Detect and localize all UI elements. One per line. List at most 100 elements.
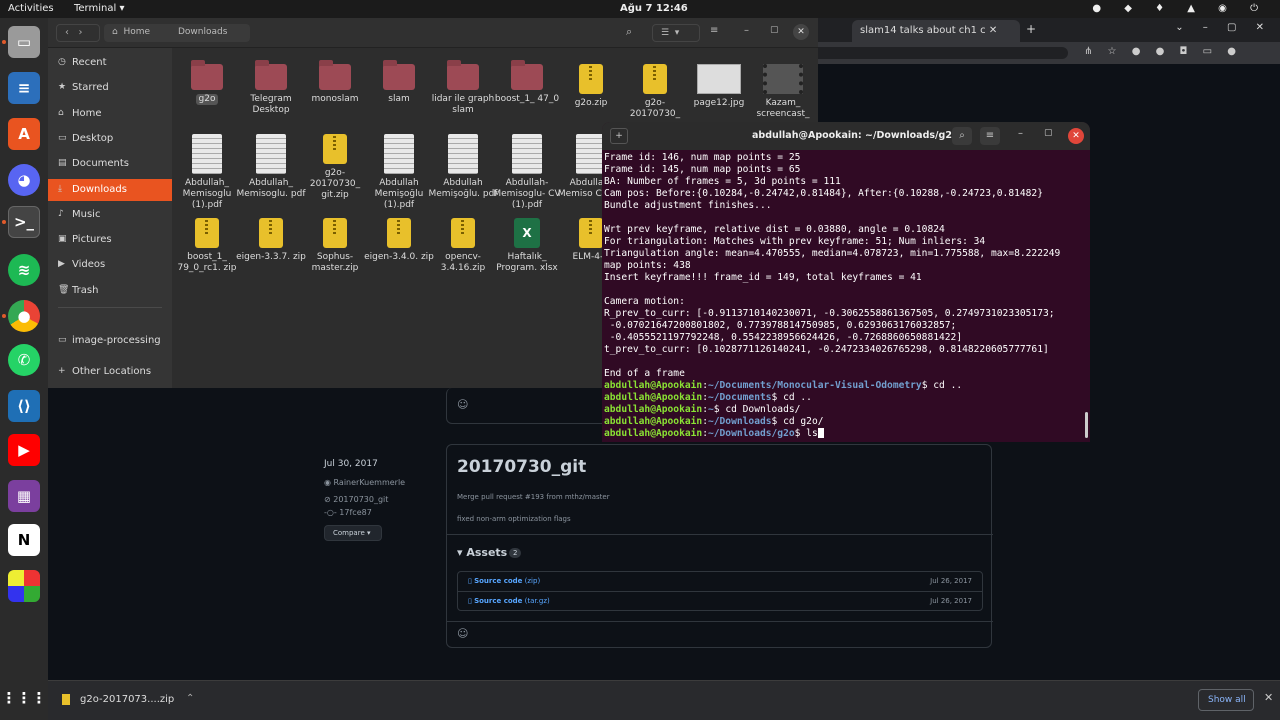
new-tab-icon[interactable]: + [1026, 22, 1036, 36]
asset-link[interactable]: ▯ Source code (zip) [468, 577, 540, 585]
search-icon[interactable]: ⌕ [952, 127, 972, 145]
back-forward-buttons[interactable]: ‹ › [56, 24, 100, 42]
file-item-image[interactable]: page12.jpg [684, 64, 754, 109]
sidebar-item-icon: 🗑 [58, 284, 70, 295]
file-item-video[interactable]: Kazam_ screencast_ [748, 64, 818, 120]
files-app-icon[interactable]: ▭ [8, 26, 40, 58]
emoji-reaction-icon[interactable]: ☺ [457, 627, 468, 640]
pdf-icon [384, 134, 414, 174]
close-icon[interactable]: ✕ [1264, 691, 1273, 704]
file-item-zip[interactable]: boost_1_ 79_0_rc1. zip [172, 218, 242, 274]
release-author[interactable]: ◉ RainerKuemmerle [324, 478, 405, 487]
file-name: g2o.zip [574, 98, 608, 108]
file-item-zip[interactable]: g2o- 20170730_ [620, 64, 690, 120]
spotify-icon[interactable]: ≋ [8, 254, 40, 286]
chevron-up-icon[interactable]: ⌃ [186, 693, 194, 704]
menu-icon[interactable]: ≡ [710, 25, 718, 36]
app-menu[interactable]: Terminal ▾ [74, 3, 124, 14]
youtube-icon[interactable]: ▶ [8, 434, 40, 466]
sidebar-item-image-processing[interactable]: ▭ image-processing [48, 330, 172, 352]
whatsapp-icon[interactable]: ✆ [8, 344, 40, 376]
sidebar-item-videos[interactable]: ▶ Videos [48, 254, 172, 276]
asset-link[interactable]: ▯ Source code (tar.gz) [468, 597, 550, 605]
file-item-pdf[interactable]: Abdullah- Memisoglu- CV (1).pdf [492, 134, 562, 211]
sidebar-item-starred[interactable]: ★ Starred [48, 77, 172, 99]
release-title[interactable]: 20170730_git [457, 457, 586, 477]
toolbar-icons[interactable]: ⋔ ☆ ● ● ◘ ▭ ● [1084, 46, 1242, 57]
breadcrumb-home[interactable]: ⌂ Home [104, 24, 166, 42]
download-item[interactable]: g2o-2017073....zip [80, 694, 174, 705]
file-item-folder[interactable]: g2o [172, 60, 242, 105]
compare-button[interactable]: Compare ▾ [324, 525, 382, 541]
search-icon[interactable]: ⌕ [626, 25, 632, 39]
activities-button[interactable]: Activities [8, 3, 54, 14]
terminal-scrollbar[interactable] [1085, 412, 1088, 438]
file-item-zip[interactable]: g2o- 20170730_ git.zip [300, 134, 370, 201]
software-center-icon[interactable]: A [8, 118, 40, 150]
window-controls[interactable]: ⌄ – ▢ ✕ [1175, 22, 1272, 33]
terminal-icon[interactable]: >_ [8, 206, 40, 238]
discord-icon[interactable]: ◕ [8, 164, 40, 196]
assets-toggle[interactable]: ▾ Assets [457, 546, 507, 559]
text-editor-icon[interactable]: ≡ [8, 72, 40, 104]
app-grid-colorful-icon[interactable] [8, 570, 40, 602]
release-commit[interactable]: -○- 17fce87 [324, 508, 372, 517]
file-item-zip[interactable]: eigen-3.4.0. zip [364, 218, 434, 263]
maximize-icon[interactable]: ▢ [1044, 128, 1053, 138]
maximize-icon[interactable]: ▢ [770, 25, 779, 35]
file-item-pdf[interactable]: Abdullah Memişoğlu. pdf [428, 134, 498, 200]
close-icon[interactable]: ✕ [793, 24, 809, 40]
file-item-zip[interactable]: eigen-3.3.7. zip [236, 218, 306, 263]
show-applications-icon[interactable]: ⋮⋮⋮ [2, 682, 47, 714]
chrome-icon[interactable]: ● [8, 300, 40, 332]
notion-icon[interactable]: N [8, 524, 40, 556]
system-tray-icons[interactable]: ● ◆ ♦ ▲ ◉ ⏻ [1092, 3, 1268, 14]
terminal-output[interactable]: Frame id: 146, num map points = 25 Frame … [602, 152, 1090, 442]
sidebar-item-icon: ▭ [58, 132, 67, 143]
view-options-button[interactable]: ☰ ▾ [652, 24, 700, 42]
sidebar-item-downloads[interactable]: ⤓ Downloads [48, 178, 172, 201]
vscode-icon[interactable]: ⟨⟩ [8, 390, 40, 422]
asset-row[interactable]: ▯ Source code (zip) Jul 26, 2017 [458, 572, 982, 592]
sidebar-item-trash[interactable]: 🗑 Trash [48, 280, 172, 302]
menu-icon[interactable]: ≡ [980, 127, 1000, 145]
sidebar-item-music[interactable]: ♪ Music [48, 204, 172, 226]
file-item-pdf[interactable]: Abdullah_ Memisoglu. pdf [236, 134, 306, 200]
breadcrumb-current[interactable]: Downloads [166, 24, 250, 42]
file-item-folder[interactable]: boost_1_ 47_0 [492, 60, 562, 105]
file-item-pdf[interactable]: Abdullah Memişoğlu (1).pdf [364, 134, 434, 211]
file-item-zip[interactable]: opencv- 3.4.16.zip [428, 218, 498, 274]
file-name: eigen-3.3.7. zip [236, 252, 306, 262]
minimize-icon[interactable]: – [744, 25, 749, 36]
file-name: monoslam [311, 94, 359, 104]
sidebar-item-desktop[interactable]: ▭ Desktop [48, 128, 172, 150]
minimize-icon[interactable]: – [1018, 128, 1023, 139]
file-item-folder[interactable]: monoslam [300, 60, 370, 105]
file-item-folder[interactable]: lidar ile graph slam [428, 60, 498, 116]
file-item-pdf[interactable]: Abdullah_ Memisoglu (1).pdf [172, 134, 242, 211]
folder-icon [511, 60, 543, 90]
sidebar-item-pictures[interactable]: ▣ Pictures [48, 229, 172, 251]
close-icon[interactable]: ✕ [1068, 128, 1084, 144]
browser-tab[interactable]: slam14 talks about ch1 c ✕ [852, 20, 1020, 42]
new-tab-icon[interactable]: + [610, 128, 628, 144]
sidebar-item-recent[interactable]: ◷ Recent [48, 52, 172, 74]
sidebar-item-home[interactable]: ⌂ Home [48, 103, 172, 125]
file-item-folder[interactable]: slam [364, 60, 434, 105]
asset-row[interactable]: ▯ Source code (tar.gz) Jul 26, 2017 [458, 592, 982, 612]
file-item-zip[interactable]: Sophus- master.zip [300, 218, 370, 274]
show-all-button[interactable]: Show all [1198, 689, 1254, 711]
clock[interactable]: Ağu 7 12:46 [620, 3, 688, 14]
emoji-reaction-icon[interactable]: ☺ [457, 398, 468, 411]
sidebar-item-documents[interactable]: ▤ Documents [48, 153, 172, 175]
terminal-prompt-line: abdullah@Apookain:~/Documents/Monocular-… [604, 380, 963, 391]
file-item-folder[interactable]: Telegram Desktop [236, 60, 306, 116]
video-app-icon[interactable]: ▦ [8, 480, 40, 512]
file-item-xlsx[interactable]: X Haftalık_ Program. xlsx [492, 218, 562, 274]
sidebar-item-other-locations[interactable]: + Other Locations [48, 361, 172, 383]
file-item-zip[interactable]: g2o.zip [556, 64, 626, 109]
release-tag[interactable]: ⊘ 20170730_git [324, 495, 388, 504]
file-name: boost_1_ 47_0 [494, 94, 560, 104]
sidebar-item-label: Starred [72, 82, 109, 94]
sidebar-item-label: Pictures [72, 234, 112, 246]
